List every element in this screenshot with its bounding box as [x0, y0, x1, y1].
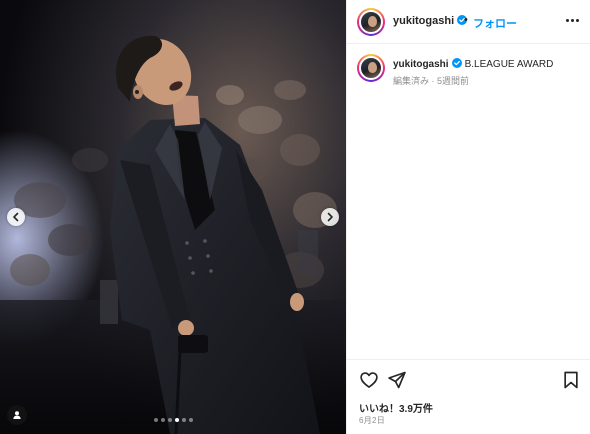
post-photo[interactable] — [0, 0, 346, 434]
avatar[interactable] — [357, 8, 385, 36]
more-options-icon-dot — [575, 18, 579, 22]
header-username-text[interactable]: yukitogashi — [393, 15, 454, 27]
follow-button[interactable]: フォロー — [473, 15, 517, 31]
caption-avatar[interactable] — [357, 54, 385, 82]
more-options-icon — [565, 18, 569, 22]
more-options-icon-dot — [570, 18, 574, 22]
header-username[interactable]: yukitogashi — [393, 15, 468, 27]
post-header: yukitogashi • フォロー — [347, 0, 590, 44]
caption-text: B.LEAGUE AWARD — [464, 59, 554, 70]
carousel-dot — [167, 418, 172, 422]
chevron-left-icon — [13, 212, 19, 222]
paper-plane-icon — [388, 371, 406, 389]
carousel-indicator — [0, 418, 346, 422]
carousel-next-button[interactable] — [321, 208, 339, 226]
caption-line: yukitogashi B.LEAGUE AWARD — [393, 58, 553, 70]
carousel-dot — [160, 418, 165, 422]
carousel-dot — [174, 418, 179, 422]
share-button[interactable] — [387, 370, 407, 390]
carousel-dot — [188, 418, 193, 422]
more-options-button[interactable] — [563, 13, 581, 27]
caption-meta: 編集済み · 5週間前 — [393, 76, 470, 86]
carousel-prev-button[interactable] — [7, 208, 25, 226]
post-date[interactable]: 6月2日 — [359, 415, 385, 426]
carousel-dot — [153, 418, 158, 422]
like-count[interactable]: いいね！3.9万件 — [359, 400, 433, 415]
post-details-panel: yukitogashi • フォロー yukitogashi B.LEAGUE A… — [346, 0, 590, 434]
header-separator: • — [464, 14, 468, 26]
carousel-dot — [181, 418, 186, 422]
heart-icon — [360, 372, 378, 388]
caption-username[interactable]: yukitogashi — [393, 59, 449, 70]
concert-photo-image — [0, 0, 346, 434]
action-bar — [347, 359, 590, 399]
like-button[interactable] — [359, 370, 379, 390]
tagged-users-button[interactable] — [7, 405, 27, 425]
chevron-right-icon — [327, 212, 333, 222]
bookmark-icon — [564, 371, 578, 389]
verified-badge-icon — [451, 58, 462, 68]
save-button[interactable] — [561, 370, 581, 390]
